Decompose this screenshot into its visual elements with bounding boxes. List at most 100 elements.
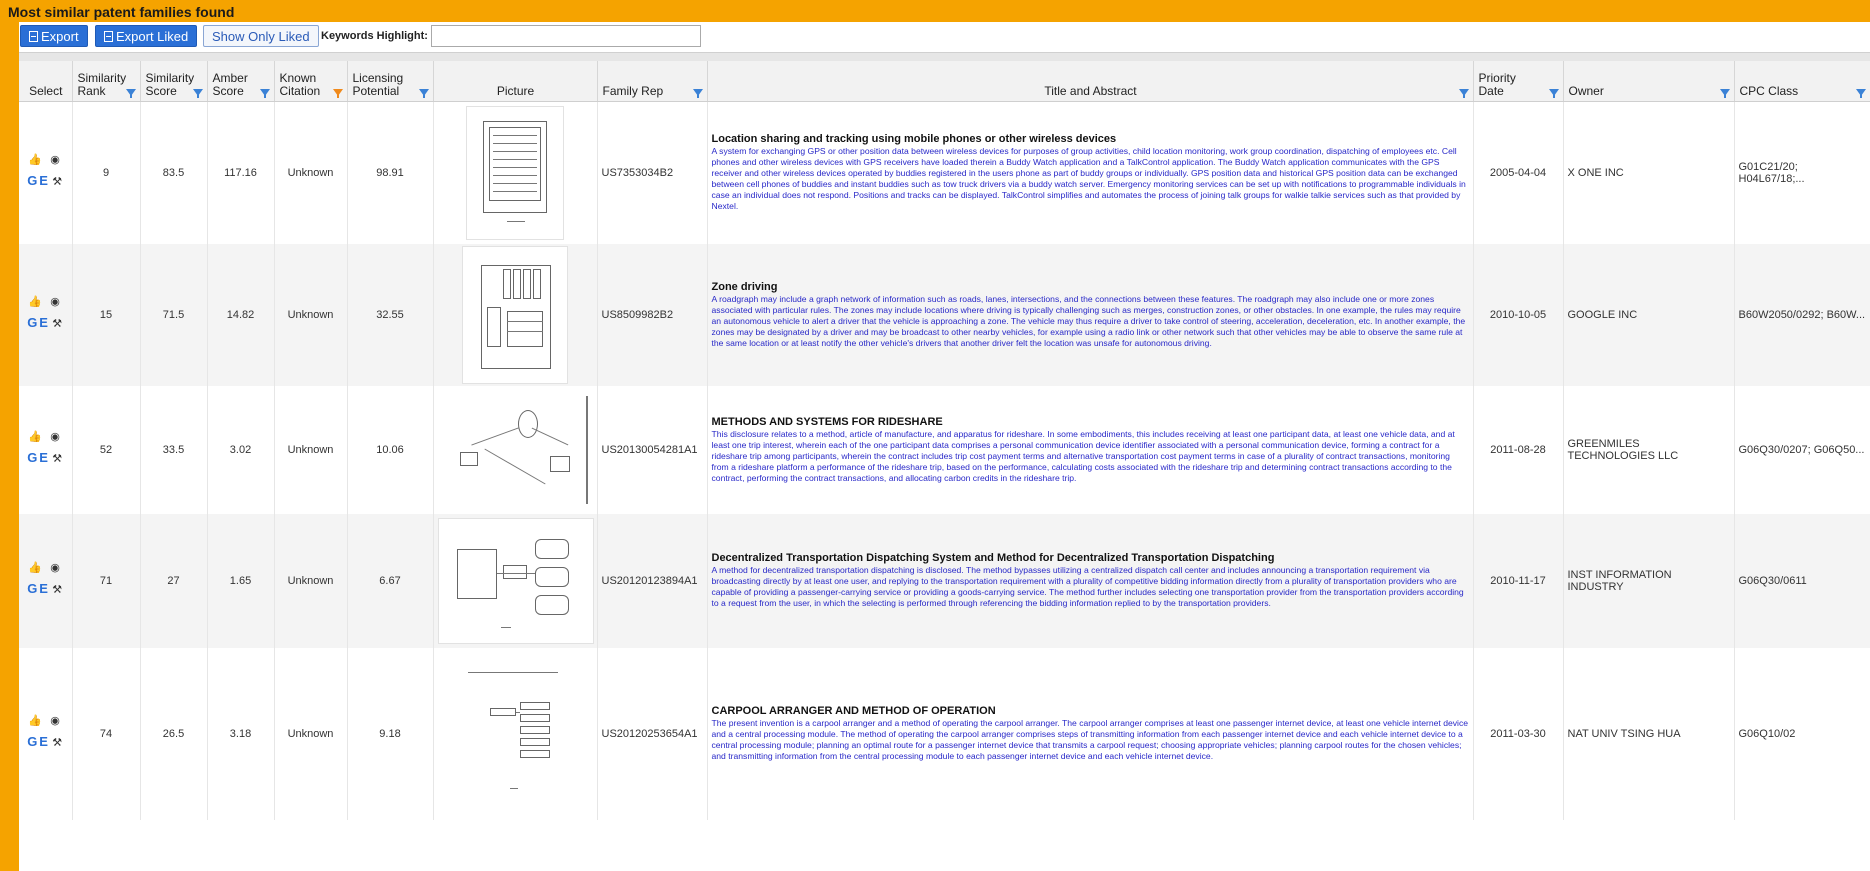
col-family-rep[interactable]: Family Rep xyxy=(597,61,708,102)
family-rep[interactable]: US20120253654A1 xyxy=(597,647,708,820)
tools-icon[interactable]: ⚒ xyxy=(52,175,62,188)
col-priority-date[interactable]: Priority Date xyxy=(1473,61,1564,102)
espacenet-icon[interactable]: E xyxy=(39,581,48,596)
thumbs-up-icon[interactable]: 👍 xyxy=(28,295,42,308)
tools-icon[interactable]: ⚒ xyxy=(52,317,62,330)
known-citation: Unknown xyxy=(274,243,348,386)
eye-slash-icon[interactable]: ◉ xyxy=(50,561,60,574)
amber-score: 1.65 xyxy=(207,513,275,648)
owner: INST INFORMATION INDUSTRY xyxy=(1563,513,1735,648)
eye-slash-icon[interactable]: ◉ xyxy=(50,153,60,166)
licensing-potential: 9.18 xyxy=(347,647,434,820)
family-rep[interactable]: US7353034B2 xyxy=(597,101,708,244)
similarity-score: 33.5 xyxy=(140,385,208,514)
licensing-potential: 32.55 xyxy=(347,243,434,386)
keywords-highlight-label: Keywords Highlight: xyxy=(321,30,428,42)
col-title-abstract[interactable]: Title and Abstract xyxy=(707,61,1474,102)
google-icon[interactable]: G xyxy=(27,315,37,330)
espacenet-icon[interactable]: E xyxy=(39,173,48,188)
tools-icon[interactable]: ⚒ xyxy=(52,583,62,596)
similarity-rank: 15 xyxy=(72,243,141,386)
family-rep[interactable]: US20120123894A1 xyxy=(597,513,708,648)
amber-score: 3.18 xyxy=(207,647,275,820)
thumbs-up-icon[interactable]: 👍 xyxy=(28,714,42,727)
similarity-score: 83.5 xyxy=(140,101,208,244)
col-owner[interactable]: Owner xyxy=(1563,61,1735,102)
col-similarity-score[interactable]: Similarity Score xyxy=(140,61,208,102)
espacenet-icon[interactable]: E xyxy=(39,734,48,749)
amber-score: 117.16 xyxy=(207,101,275,244)
google-icon[interactable]: G xyxy=(27,734,37,749)
known-citation: Unknown xyxy=(274,513,348,648)
thumbs-up-icon[interactable]: 👍 xyxy=(28,561,42,574)
similarity-rank: 74 xyxy=(72,647,141,820)
filter-icon[interactable] xyxy=(418,89,429,98)
filter-icon[interactable] xyxy=(192,89,203,98)
col-amber-score[interactable]: Amber Score xyxy=(207,61,275,102)
owner: NAT UNIV TSING HUA xyxy=(1563,647,1735,820)
picture-cell xyxy=(433,101,598,244)
patent-drawing-thumbnail[interactable] xyxy=(462,245,568,384)
toolbar: Export Export Liked Show Only Liked Keyw… xyxy=(19,22,1870,52)
google-icon[interactable]: G xyxy=(27,173,37,188)
document-icon xyxy=(29,31,38,42)
licensing-potential: 10.06 xyxy=(347,385,434,514)
priority-date: 2005-04-04 xyxy=(1473,101,1564,244)
cpc-class: G06Q30/0207; G06Q50... xyxy=(1734,385,1870,514)
eye-slash-icon[interactable]: ◉ xyxy=(50,295,60,308)
patent-title: CARPOOL ARRANGER AND METHOD OF OPERATION xyxy=(711,705,996,717)
filter-icon[interactable] xyxy=(259,89,270,98)
header-row: Select Similarity Rank Similarity Score Am… xyxy=(19,61,1870,102)
family-rep[interactable]: US20130054281A1 xyxy=(597,385,708,514)
tools-icon[interactable]: ⚒ xyxy=(52,452,62,465)
known-citation: Unknown xyxy=(274,385,348,514)
filter-icon[interactable] xyxy=(1719,89,1730,98)
cpc-class: G01C21/20; H04L67/18;... xyxy=(1734,101,1870,244)
priority-date: 2010-11-17 xyxy=(1473,513,1564,648)
patent-drawing-thumbnail[interactable] xyxy=(460,667,570,800)
eye-slash-icon[interactable]: ◉ xyxy=(50,430,60,443)
col-licensing-potential[interactable]: Licensing Potential xyxy=(347,61,434,102)
document-icon xyxy=(104,31,113,42)
export-button[interactable]: Export xyxy=(20,25,88,47)
google-icon[interactable]: G xyxy=(27,581,37,596)
patent-drawing-thumbnail[interactable] xyxy=(437,517,594,644)
col-picture: Picture xyxy=(433,61,598,102)
priority-date: 2010-10-05 xyxy=(1473,243,1564,386)
filter-icon[interactable] xyxy=(1458,89,1469,98)
col-known-citation[interactable]: Known Citation xyxy=(274,61,348,102)
owner: X ONE INC xyxy=(1563,101,1735,244)
espacenet-icon[interactable]: E xyxy=(39,450,48,465)
patent-drawing-thumbnail[interactable] xyxy=(466,105,564,240)
known-citation: Unknown xyxy=(274,101,348,244)
espacenet-icon[interactable]: E xyxy=(39,315,48,330)
table-row: 👍 ◉ G E ⚒ 74 26.5 3.18 Unknown 9.18 US20… xyxy=(19,647,1870,820)
keywords-highlight-input[interactable] xyxy=(431,25,701,47)
picture-cell xyxy=(433,513,598,648)
patent-abstract: The present invention is a carpool arran… xyxy=(711,718,1469,761)
thumbs-up-icon[interactable]: 👍 xyxy=(28,153,42,166)
title-abstract-cell: Decentralized Transportation Dispatching… xyxy=(707,513,1474,648)
filter-active-icon[interactable] xyxy=(332,89,343,98)
title-abstract-cell: CARPOOL ARRANGER AND METHOD OF OPERATION… xyxy=(707,647,1474,820)
tools-icon[interactable]: ⚒ xyxy=(52,736,62,749)
page-title: Most similar patent families found xyxy=(8,4,235,20)
select-cell: 👍 ◉ G E ⚒ xyxy=(19,513,73,648)
filter-icon[interactable] xyxy=(1548,89,1559,98)
table-row: 👍 ◉ G E ⚒ 9 83.5 117.16 Unknown 98.91 US… xyxy=(19,101,1870,244)
export-liked-button[interactable]: Export Liked xyxy=(95,25,198,47)
google-icon[interactable]: G xyxy=(27,450,37,465)
filter-icon[interactable] xyxy=(1855,89,1866,98)
licensing-potential: 98.91 xyxy=(347,101,434,244)
eye-slash-icon[interactable]: ◉ xyxy=(50,714,60,727)
show-only-liked-button[interactable]: Show Only Liked xyxy=(203,25,319,47)
patent-abstract: A roadgraph may include a graph network … xyxy=(711,293,1466,348)
col-cpc-class[interactable]: CPC Class xyxy=(1734,61,1870,102)
title-abstract-cell: Location sharing and tracking using mobi… xyxy=(707,101,1474,244)
filter-icon[interactable] xyxy=(692,89,703,98)
thumbs-up-icon[interactable]: 👍 xyxy=(28,430,42,443)
family-rep[interactable]: US8509982B2 xyxy=(597,243,708,386)
col-similarity-rank[interactable]: Similarity Rank xyxy=(72,61,141,102)
filter-icon[interactable] xyxy=(125,89,136,98)
patent-drawing-thumbnail[interactable] xyxy=(440,395,590,504)
